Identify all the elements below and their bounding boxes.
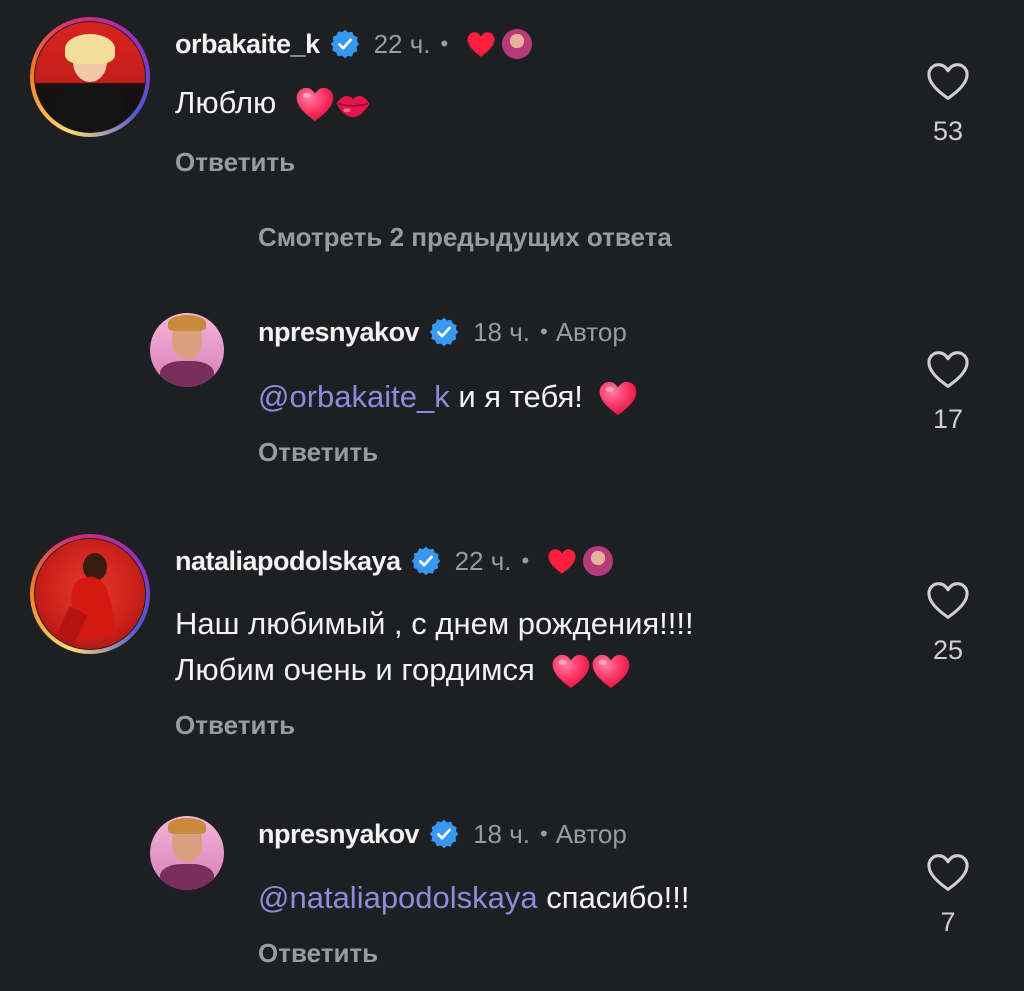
verified-badge-icon	[411, 546, 441, 576]
separator-dot: •	[540, 319, 548, 344]
username[interactable]: orbakaite_k	[175, 29, 320, 60]
author-mini-avatar	[583, 546, 614, 576]
author-label: Автор	[555, 316, 627, 347]
heart-outline-icon[interactable]	[926, 62, 970, 102]
view-previous-replies-button[interactable]: Смотреть 2 предыдущих ответа	[258, 222, 672, 253]
mention-link[interactable]: @nataliapodolskaya	[258, 880, 538, 915]
author-liked-heart-icon	[466, 31, 496, 58]
heart-filled-icon	[598, 380, 638, 417]
heart-filled-icon	[551, 653, 591, 690]
avatar[interactable]	[30, 17, 150, 137]
like-count: 17	[932, 404, 964, 434]
author-mini-avatar	[502, 29, 533, 59]
author-liked-heart-icon	[547, 548, 577, 575]
reply-button[interactable]: Ответить	[175, 147, 295, 178]
like-column: 17	[918, 350, 978, 435]
heart-outline-icon[interactable]	[926, 581, 970, 621]
verified-badge-icon	[429, 317, 459, 347]
verified-badge-icon	[330, 29, 360, 59]
author-label: Автор	[555, 818, 627, 849]
heart-outline-icon[interactable]	[926, 350, 970, 390]
separator-dot: •	[540, 821, 548, 846]
reply-button[interactable]: Ответить	[258, 437, 378, 468]
avatar[interactable]	[30, 534, 150, 654]
like-column: 53	[918, 62, 978, 147]
avatar[interactable]	[150, 313, 224, 387]
like-count: 7	[940, 907, 956, 937]
reply-button[interactable]: Ответить	[258, 938, 378, 969]
timestamp: 22 ч.	[454, 545, 512, 576]
separator-dot: •	[521, 548, 530, 573]
username[interactable]: npresnyakov	[258, 317, 420, 348]
reply-button[interactable]: Ответить	[175, 710, 295, 741]
comment-text: Наш любимый , с днем рождения!!!! Любим …	[175, 601, 694, 693]
username[interactable]: npresnyakov	[258, 819, 420, 850]
verified-badge-icon	[429, 819, 459, 849]
username[interactable]: nataliapodolskaya	[175, 546, 401, 577]
like-column: 25	[918, 581, 978, 666]
heart-filled-icon	[591, 653, 631, 690]
heart-outline-icon[interactable]	[926, 853, 970, 893]
like-count: 53	[932, 116, 964, 146]
comment-text: @nataliapodolskaya спасибо!!!	[258, 880, 690, 915]
comment-text: @orbakaite_k и я тебя!	[258, 374, 638, 420]
like-column: 7	[918, 853, 978, 938]
comment-text: Люблю	[175, 80, 371, 126]
like-count: 25	[932, 635, 964, 665]
timestamp: 22 ч.	[373, 28, 431, 59]
timestamp: 18 ч.	[473, 818, 530, 849]
mention-link[interactable]: @orbakaite_k	[258, 379, 450, 414]
separator-dot: •	[440, 31, 449, 56]
avatar[interactable]	[150, 816, 224, 890]
timestamp: 18 ч.	[473, 316, 530, 347]
heart-filled-icon	[295, 86, 335, 123]
lips-icon	[335, 90, 371, 120]
